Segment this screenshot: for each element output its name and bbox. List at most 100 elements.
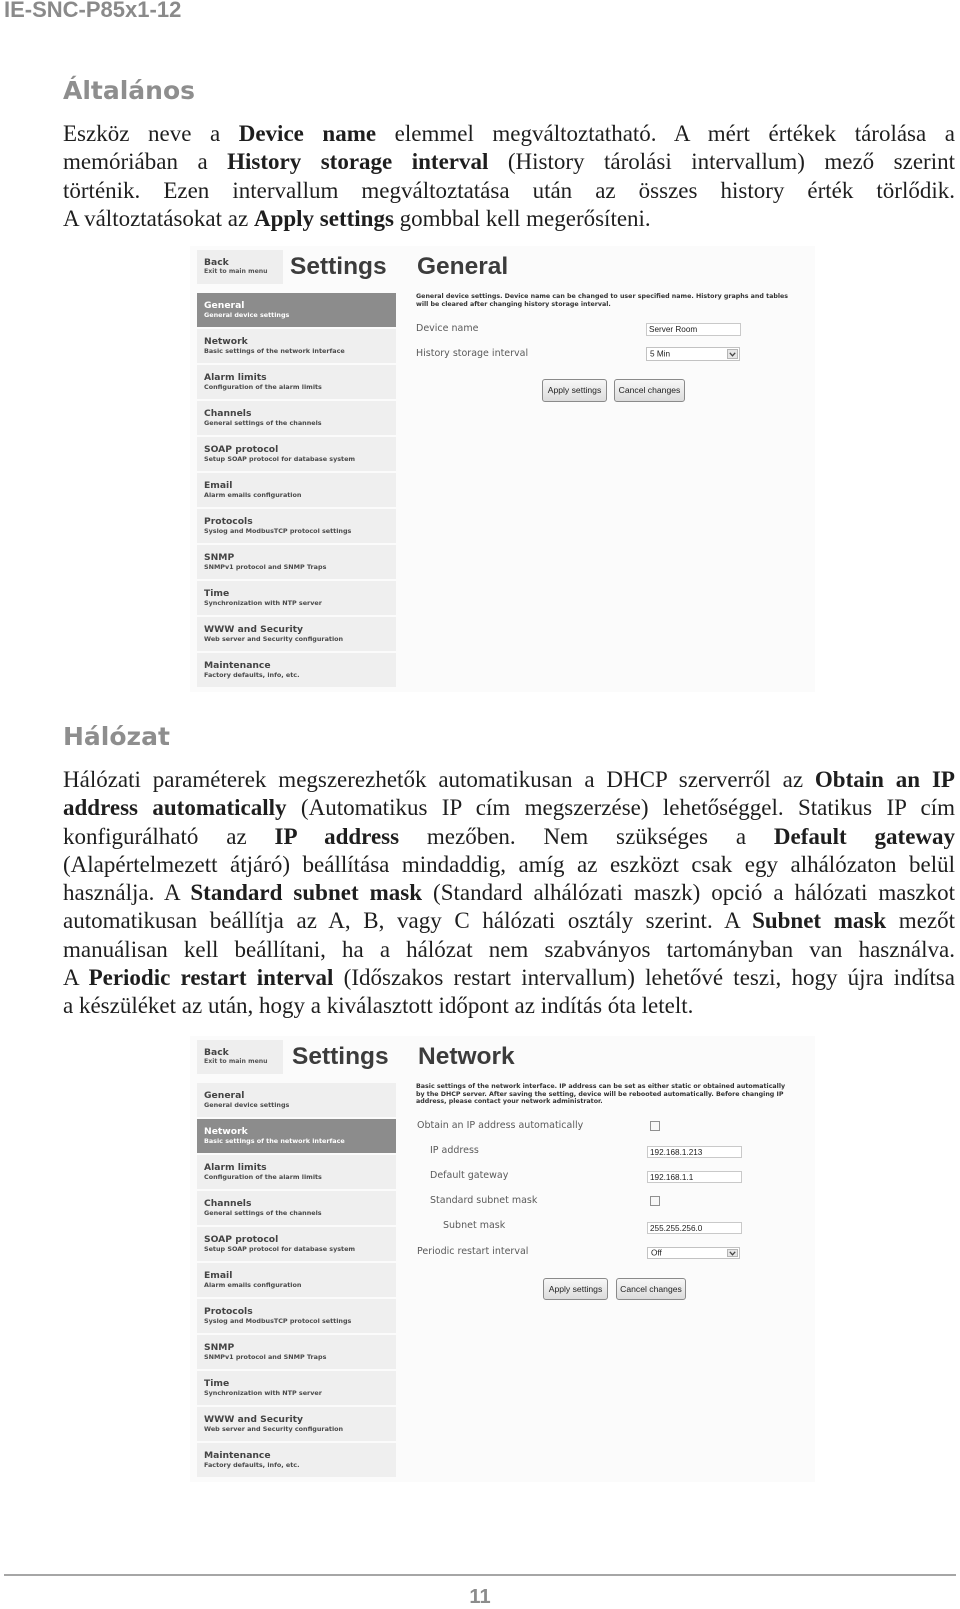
menu-item-label: Alarm limits bbox=[204, 1162, 267, 1173]
paragraph-line: address automatically (Automatikus IP cí… bbox=[63, 794, 955, 822]
device-name-input[interactable] bbox=[646, 323, 741, 336]
periodic-restart-interval-select[interactable]: Off bbox=[647, 1247, 740, 1259]
menu-item-description: Syslog and ModbusTCP protocol settings bbox=[204, 1316, 352, 1325]
ui-term: History storage interval bbox=[227, 149, 489, 175]
menu-item-soap-protocol[interactable]: SOAP protocol Setup SOAP protocol for dat… bbox=[197, 1227, 396, 1261]
menu-item-label: WWW and Security bbox=[204, 624, 304, 635]
settings-title: Settings bbox=[290, 253, 387, 280]
menu-item-snmp[interactable]: SNMP SNMPv1 protocol and SNMP Traps bbox=[197, 1335, 396, 1369]
settings-title: Settings bbox=[292, 1043, 389, 1070]
menu-item-time[interactable]: Time Synchronization with NTP server bbox=[197, 1371, 396, 1405]
text-run: (Alapértelmezett átjáró) beállítása mind… bbox=[63, 851, 955, 877]
menu-item-description: SNMPv1 protocol and SNMP Traps bbox=[204, 562, 327, 571]
text-run: automatikusan beállítja az A, B, vagy C … bbox=[63, 908, 753, 934]
menu-item-email[interactable]: Email Alarm emails configuration bbox=[197, 473, 396, 507]
description-line: General device settings. Device name can… bbox=[416, 293, 789, 300]
paragraph-line: konfigurálható az IP address mezőben. Ne… bbox=[63, 823, 955, 851]
back-button[interactable]: Back Exit to main menu bbox=[197, 250, 283, 284]
text-run: használja. A bbox=[63, 880, 191, 906]
menu-item-label: SNMP bbox=[204, 552, 235, 563]
obtain-ip-automatically-checkbox[interactable] bbox=[650, 1121, 660, 1131]
menu-item-general[interactable]: General General device settings bbox=[197, 293, 396, 327]
history-storage-interval-select[interactable]: 5 Min bbox=[646, 347, 740, 361]
apply-settings-button[interactable]: Apply settings bbox=[542, 379, 607, 402]
menu-item-description: General device settings bbox=[204, 1100, 290, 1109]
manual-page: IE-SNC-P85x1-12 Általános Eszköz neve a … bbox=[0, 0, 960, 1609]
menu-item-time[interactable]: Time Synchronization with NTP server bbox=[197, 581, 396, 615]
back-button[interactable]: Back Exit to main menu bbox=[197, 1040, 283, 1074]
ui-term: Apply settings bbox=[253, 205, 394, 231]
ip-address-input[interactable] bbox=[647, 1146, 742, 1158]
menu-item-email[interactable]: Email Alarm emails configuration bbox=[197, 1263, 396, 1297]
menu-item-network[interactable]: Network Basic settings of the network int… bbox=[197, 329, 396, 363]
menu-item-label: General bbox=[204, 300, 245, 311]
text-run: (History tárolási intervallum) mező szer… bbox=[488, 149, 955, 175]
paragraph-line: a készüléket az után, hogy a kiválasztot… bbox=[63, 992, 955, 1020]
menu-item-label: SOAP protocol bbox=[204, 1234, 279, 1245]
menu-item-description: Factory defaults, info, etc. bbox=[204, 670, 300, 679]
apply-settings-button[interactable]: Apply settings bbox=[543, 1278, 608, 1300]
description-line: by the DHCP server. After saving the set… bbox=[416, 1090, 784, 1098]
history-storage-interval-label: History storage interval bbox=[416, 348, 529, 359]
menu-item-label: General bbox=[204, 1090, 245, 1101]
menu-item-www-security[interactable]: WWW and Security Web server and Security … bbox=[197, 617, 396, 651]
menu-item-network[interactable]: Network Basic settings of the network int… bbox=[197, 1119, 396, 1153]
cancel-changes-button[interactable]: Cancel changes bbox=[616, 1278, 686, 1300]
ui-term: address automatically bbox=[63, 795, 287, 821]
text-run: (Standard alhálózati maszk) opció a háló… bbox=[422, 880, 956, 906]
menu-item-label: Protocols bbox=[204, 516, 253, 527]
menu-item-label: Channels bbox=[204, 408, 252, 419]
menu-item-soap-protocol[interactable]: SOAP protocol Setup SOAP protocol for dat… bbox=[197, 437, 396, 471]
page-heading: Network bbox=[418, 1043, 515, 1070]
menu-item-description: Alarm emails configuration bbox=[204, 490, 302, 499]
menu-item-channels[interactable]: Channels General settings of the channels bbox=[197, 1191, 396, 1225]
subnet-mask-input[interactable] bbox=[647, 1222, 742, 1234]
menu-item-label: Email bbox=[204, 480, 233, 491]
paragraph-line: memóriában a History storage interval (H… bbox=[63, 148, 955, 176]
menu-item-channels[interactable]: Channels General settings of the channels bbox=[197, 401, 396, 435]
menu-item-label: WWW and Security bbox=[204, 1414, 304, 1425]
menu-item-general[interactable]: General General device settings bbox=[197, 1083, 396, 1117]
menu-item-description: Factory defaults, info, etc. bbox=[204, 1460, 300, 1469]
menu-item-alarm-limits[interactable]: Alarm limits Configuration of the alarm l… bbox=[197, 365, 396, 399]
menu-item-description: Syslog and ModbusTCP protocol settings bbox=[204, 526, 352, 535]
menu-item-description: SNMPv1 protocol and SNMP Traps bbox=[204, 1352, 327, 1361]
description-line: Basic settings of the network interface.… bbox=[416, 1083, 786, 1090]
menu-item-label: Channels bbox=[204, 1198, 252, 1209]
ui-term: Standard subnet mask bbox=[190, 880, 423, 906]
page-number: 11 bbox=[469, 1586, 491, 1608]
text-run: gombbal kell megerősíteni. bbox=[393, 205, 651, 231]
menu-item-www-security[interactable]: WWW and Security Web server and Security … bbox=[197, 1407, 396, 1441]
menu-item-description: Web server and Security configuration bbox=[204, 634, 344, 643]
network-settings-screenshot: Back Exit to main menu Settings Network … bbox=[190, 1036, 815, 1482]
paragraph-line: A Periodic restart interval (Időszakos r… bbox=[63, 964, 955, 992]
paragraph-line: történik. Ezen intervallum megváltoztatá… bbox=[63, 177, 955, 205]
text-run: konfigurálható az bbox=[63, 823, 275, 849]
ui-term: Periodic restart interval bbox=[88, 965, 334, 991]
menu-item-description: Configuration of the alarm limits bbox=[204, 1172, 322, 1181]
section-heading-network: Hálózat bbox=[63, 722, 170, 751]
default-gateway-input[interactable] bbox=[647, 1171, 742, 1183]
back-sublabel: Exit to main menu bbox=[204, 1057, 268, 1065]
menu-item-label: Maintenance bbox=[204, 1450, 271, 1461]
menu-item-alarm-limits[interactable]: Alarm limits Configuration of the alarm l… bbox=[197, 1155, 396, 1189]
menu-item-protocols[interactable]: Protocols Syslog and ModbusTCP protocol s… bbox=[197, 509, 396, 543]
menu-item-protocols[interactable]: Protocols Syslog and ModbusTCP protocol s… bbox=[197, 1299, 396, 1333]
back-label: Back bbox=[204, 257, 229, 268]
periodic-restart-interval-label: Periodic restart interval bbox=[417, 1246, 529, 1257]
text-run: manuálisan kell beállítani, ha a hálózat… bbox=[63, 936, 955, 962]
menu-item-maintenance[interactable]: Maintenance Factory defaults, info, etc. bbox=[197, 653, 396, 687]
text-run: Eszköz neve a bbox=[63, 121, 239, 146]
menu-item-snmp[interactable]: SNMP SNMPv1 protocol and SNMP Traps bbox=[197, 545, 396, 579]
cancel-changes-button[interactable]: Cancel changes bbox=[614, 379, 685, 402]
description-line: address, please contact your network adm… bbox=[416, 1098, 603, 1106]
text-run: a készüléket az után, hogy a kiválasztot… bbox=[63, 993, 694, 1019]
menu-item-description: Alarm emails configuration bbox=[204, 1280, 302, 1289]
device-name-label: Device name bbox=[416, 323, 479, 334]
back-label: Back bbox=[204, 1047, 229, 1058]
menu-item-label: Time bbox=[204, 588, 230, 599]
standard-subnet-mask-checkbox[interactable] bbox=[650, 1196, 660, 1206]
menu-item-maintenance[interactable]: Maintenance Factory defaults, info, etc. bbox=[197, 1443, 396, 1477]
menu-item-label: Alarm limits bbox=[204, 372, 267, 383]
back-sublabel: Exit to main menu bbox=[204, 267, 268, 275]
